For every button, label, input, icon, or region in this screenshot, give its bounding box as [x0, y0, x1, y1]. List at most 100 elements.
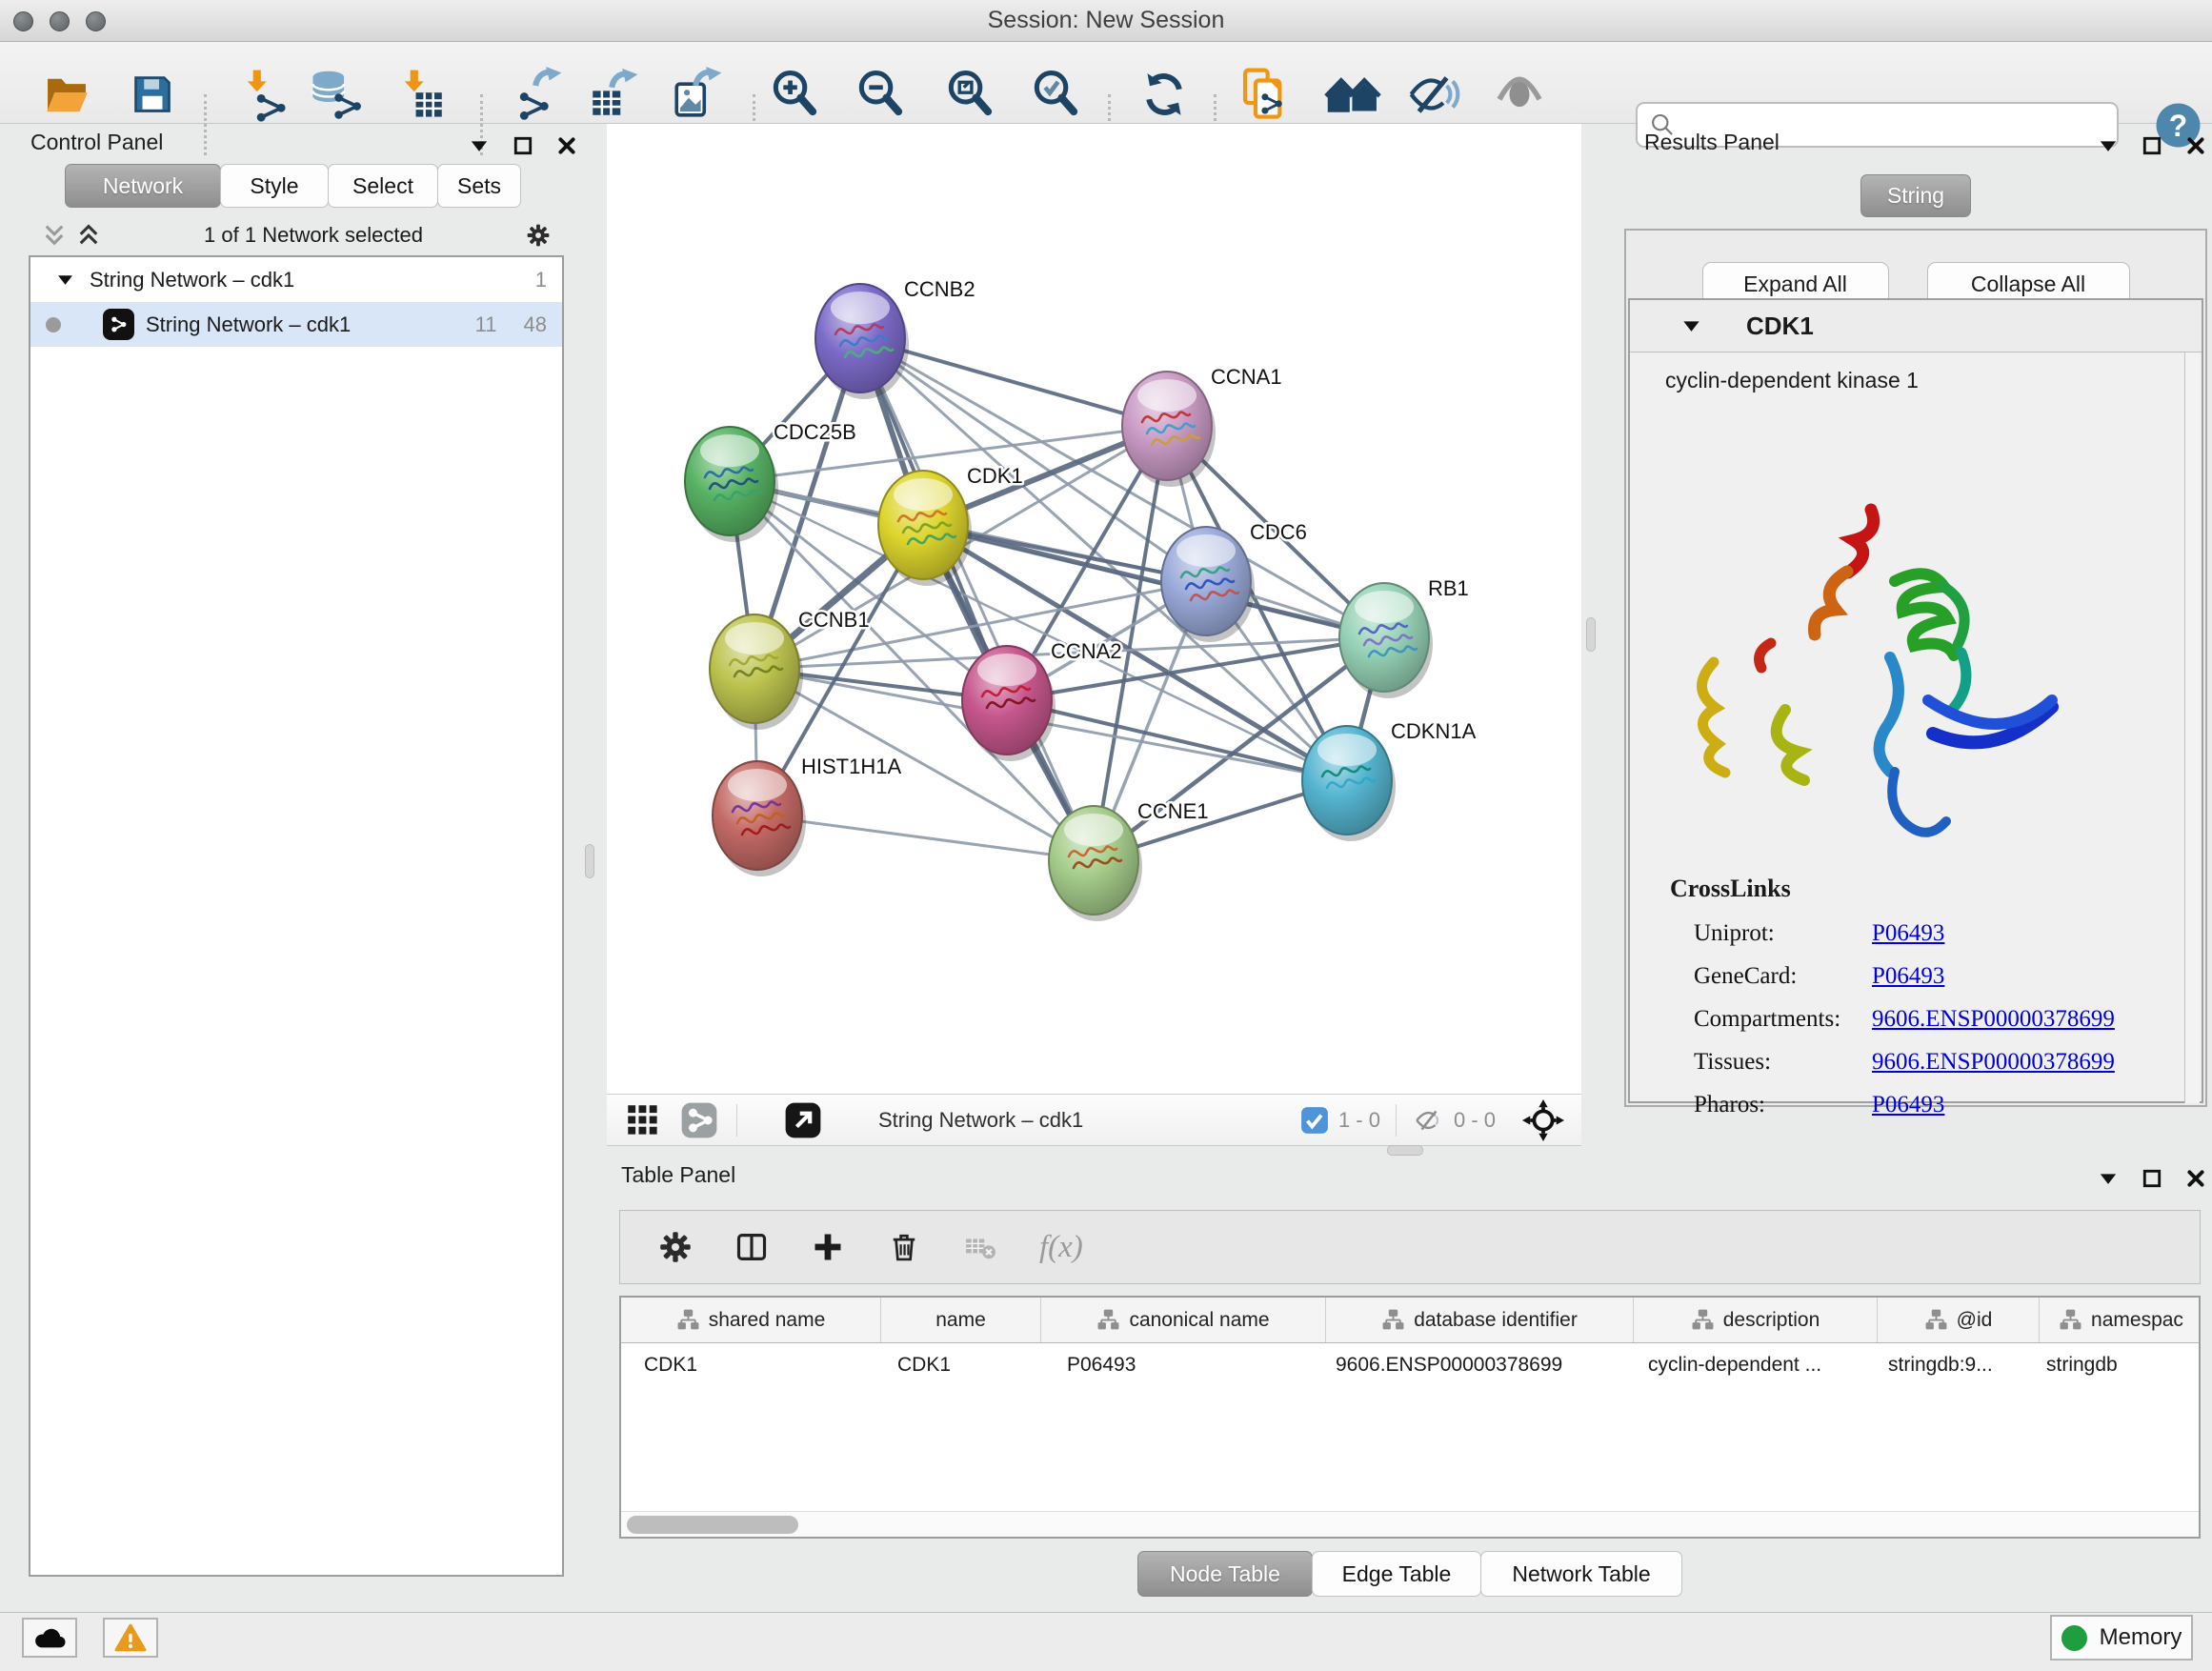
zoom-selected-button[interactable] — [1026, 64, 1087, 125]
create-column-plus-icon[interactable] — [811, 1230, 845, 1264]
close-window-button[interactable] — [13, 11, 33, 31]
import-table-from-file-button[interactable] — [391, 64, 452, 125]
network-canvas[interactable]: CCNB2CCNA1CDC25BCDK1CDC6RB1CCNB1CCNA2CDK… — [607, 124, 1581, 1094]
tab-style[interactable]: Style — [220, 164, 329, 208]
column-header-shared-name[interactable]: shared name — [621, 1298, 881, 1342]
close-panel-icon[interactable] — [554, 133, 579, 158]
crosslink-link[interactable]: 9606.ENSP00000378699 — [1872, 1049, 2115, 1076]
graph-node-RB1[interactable]: RB1 — [1339, 576, 1469, 698]
crosslink-link[interactable]: P06493 — [1872, 963, 1944, 990]
string-clone-network-button[interactable] — [1234, 64, 1295, 125]
float-panel-icon[interactable] — [2140, 1166, 2164, 1191]
scrollbar-thumb[interactable] — [627, 1516, 798, 1534]
cell-id: stringdb:9... — [1878, 1354, 2040, 1377]
network-graph[interactable]: CCNB2CCNA1CDC25BCDK1CDC6RB1CCNB1CCNA2CDK… — [607, 124, 1581, 1094]
graph-node-CCNE1[interactable]: CCNE1 — [1049, 799, 1209, 921]
graph-node-CCNA1[interactable]: CCNA1 — [1122, 365, 1282, 487]
maximize-window-button[interactable] — [86, 11, 106, 31]
string-show-hide-button[interactable] — [1403, 64, 1464, 125]
results-scrollbar[interactable] — [2184, 352, 2200, 1103]
collection-expand-icon[interactable] — [57, 273, 73, 286]
cell-description: cyclin-dependent ... — [1634, 1354, 1878, 1377]
expand-all-networks-icon[interactable] — [76, 223, 101, 248]
memory-status-dot — [2061, 1625, 2087, 1651]
bottom-splitter-handle[interactable] — [1387, 1145, 1423, 1156]
column-header-database-identifier[interactable]: database identifier — [1326, 1298, 1634, 1342]
network-row[interactable]: String Network – cdk1 11 48 — [30, 302, 562, 347]
delete-table-icon[interactable] — [963, 1230, 997, 1264]
string-eye-button[interactable] — [1489, 64, 1550, 125]
close-panel-icon[interactable] — [2183, 133, 2208, 158]
zoom-in-button[interactable] — [765, 64, 826, 125]
hidden-eye-slash-icon[interactable] — [1412, 1103, 1446, 1137]
window-controls — [13, 11, 106, 31]
crosslink-link[interactable]: P06493 — [1872, 1092, 1944, 1118]
graph-edge-CCNA2-CDKN1A[interactable] — [1007, 700, 1347, 780]
graph-node-CCNB2[interactable]: CCNB2 — [815, 277, 975, 399]
memory-button[interactable]: Memory — [2050, 1615, 2193, 1661]
export-network-button[interactable] — [507, 64, 568, 125]
column-header-canonical-name[interactable]: canonical name — [1041, 1298, 1326, 1342]
close-panel-icon[interactable] — [2183, 1166, 2208, 1191]
birds-eye-view-icon[interactable] — [781, 1098, 825, 1142]
collapse-panel-icon[interactable] — [2096, 1166, 2121, 1191]
graph-node-CCNB1[interactable]: CCNB1 — [710, 608, 870, 730]
collapse-panel-icon[interactable] — [2096, 133, 2121, 158]
float-panel-icon[interactable] — [2140, 133, 2164, 158]
graph-edge-CCNB2-CCNE1[interactable] — [860, 338, 1094, 860]
network-collection-row[interactable]: String Network – cdk1 1 — [30, 257, 562, 302]
collapse-all-networks-icon[interactable] — [42, 223, 67, 248]
warnings-button[interactable] — [103, 1618, 158, 1658]
zoom-out-button[interactable] — [851, 64, 912, 125]
section-expand-icon[interactable] — [1682, 319, 1700, 332]
selected-checkbox-icon[interactable] — [1298, 1104, 1331, 1137]
minimize-window-button[interactable] — [50, 11, 70, 31]
cloud-status-button[interactable] — [22, 1618, 77, 1658]
graph-edge-HIST1H1A-CCNE1[interactable] — [757, 815, 1094, 860]
zoom-out-icon — [854, 67, 909, 122]
string-home-button[interactable] — [1322, 64, 1383, 125]
protein-card-header[interactable]: CDK1 — [1630, 300, 2202, 352]
delete-column-trash-icon[interactable] — [887, 1230, 921, 1264]
collapse-panel-icon[interactable] — [467, 133, 492, 158]
table-settings-gear-icon[interactable] — [658, 1230, 693, 1264]
tab-node-table[interactable]: Node Table — [1137, 1551, 1313, 1597]
import-network-from-file-button[interactable] — [233, 64, 294, 125]
export-table-button[interactable] — [583, 64, 644, 125]
show-columns-icon[interactable] — [734, 1230, 769, 1264]
column-header-id[interactable]: @id — [1878, 1298, 2040, 1342]
graph-node-CDKN1A[interactable]: CDKN1A — [1302, 719, 1477, 841]
column-header-namespace[interactable]: namespac — [2040, 1298, 2201, 1342]
column-header-description[interactable]: description — [1634, 1298, 1878, 1342]
network-view-share-icon[interactable] — [677, 1098, 721, 1142]
graph-edge-CDK1-RB1[interactable] — [923, 525, 1384, 637]
tab-select[interactable]: Select — [328, 164, 438, 208]
crosslink-label: Pharos: — [1694, 1092, 1872, 1118]
tab-network-table[interactable]: Network Table — [1480, 1551, 1682, 1597]
tab-string[interactable]: String — [1860, 174, 1971, 217]
graph-node-HIST1H1A[interactable]: HIST1H1A — [713, 755, 901, 876]
import-network-from-database-button[interactable] — [305, 64, 366, 125]
zoom-fit-content-button[interactable] — [940, 64, 1001, 125]
network-options-gear-icon[interactable] — [526, 223, 551, 248]
function-builder-button[interactable]: f(x) — [1039, 1230, 1083, 1265]
crosslink-link[interactable]: 9606.ENSP00000378699 — [1872, 1006, 2115, 1033]
refresh-view-button[interactable] — [1134, 64, 1195, 125]
graph-node-CCNA2[interactable]: CCNA2 — [962, 639, 1122, 761]
save-session-button[interactable] — [122, 64, 183, 125]
crosslink-link[interactable]: P06493 — [1872, 920, 1944, 947]
table-row[interactable]: CDK1 CDK1 P06493 9606.ENSP00000378699 cy… — [621, 1343, 2199, 1387]
table-toolbar: f(x) — [619, 1210, 2201, 1284]
float-panel-icon[interactable] — [511, 133, 535, 158]
export-image-button[interactable] — [667, 64, 728, 125]
graph-node-label: CCNB1 — [798, 608, 870, 632]
left-splitter-handle[interactable] — [585, 844, 594, 878]
open-session-button[interactable] — [36, 64, 97, 125]
column-header-name[interactable]: name — [881, 1298, 1041, 1342]
right-splitter-handle[interactable] — [1586, 617, 1596, 652]
tab-sets[interactable]: Sets — [437, 164, 521, 208]
tab-edge-table[interactable]: Edge Table — [1312, 1551, 1481, 1597]
grid-view-icon[interactable] — [622, 1099, 664, 1141]
crosshair-icon[interactable] — [1520, 1097, 1566, 1143]
tab-network[interactable]: Network — [65, 164, 221, 208]
